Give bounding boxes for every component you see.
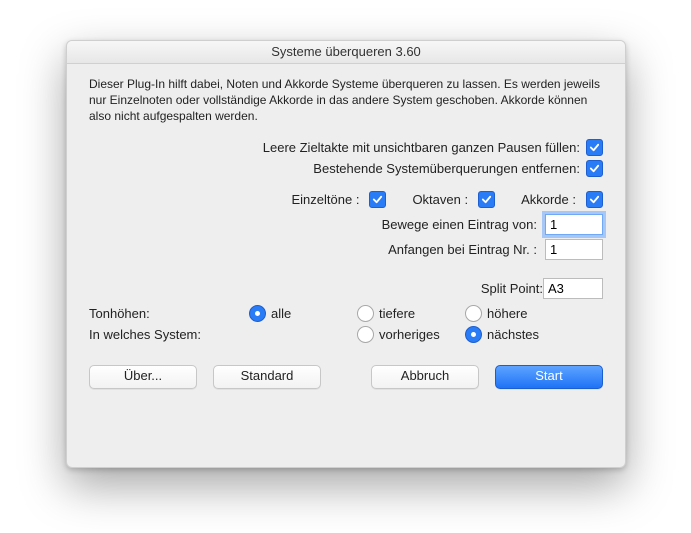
- check-icon: [589, 194, 600, 205]
- split-point-input[interactable]: [543, 278, 603, 299]
- target-next-label: nächstes: [487, 327, 539, 342]
- pitches-higher-radio[interactable]: [465, 305, 482, 322]
- single-notes-label: Einzeltöne :: [292, 192, 360, 207]
- target-next-radio[interactable]: [465, 326, 482, 343]
- start-at-input[interactable]: [545, 239, 603, 260]
- pitches-all-radio[interactable]: [249, 305, 266, 322]
- default-button[interactable]: Standard: [213, 365, 321, 389]
- target-system-label: In welches System:: [89, 327, 249, 342]
- start-at-label: Anfangen bei Eintrag Nr. :: [388, 242, 537, 257]
- pitches-label: Tonhöhen:: [89, 306, 249, 321]
- move-step-input[interactable]: [545, 214, 603, 235]
- description-text: Dieser Plug-In hilft dabei, Noten und Ak…: [89, 76, 603, 125]
- window-title: Systeme überqueren 3.60: [67, 41, 625, 64]
- pitches-all-label: alle: [271, 306, 291, 321]
- check-icon: [481, 194, 492, 205]
- move-step-label: Bewege einen Eintrag von:: [382, 217, 537, 232]
- fill-empty-label: Leere Zieltakte mit unsichtbaren ganzen …: [263, 140, 580, 155]
- target-prev-radio[interactable]: [357, 326, 374, 343]
- chords-checkbox[interactable]: [586, 191, 603, 208]
- cancel-button[interactable]: Abbruch: [371, 365, 479, 389]
- start-button[interactable]: Start: [495, 365, 603, 389]
- pitches-lower-radio[interactable]: [357, 305, 374, 322]
- single-notes-checkbox[interactable]: [369, 191, 386, 208]
- remove-crossings-checkbox[interactable]: [586, 160, 603, 177]
- pitches-higher-label: höhere: [487, 306, 527, 321]
- pitches-lower-label: tiefere: [379, 306, 415, 321]
- check-icon: [372, 194, 383, 205]
- fill-empty-checkbox[interactable]: [586, 139, 603, 156]
- remove-crossings-label: Bestehende Systemüberquerungen entfernen…: [313, 161, 580, 176]
- split-point-label: Split Point:: [481, 281, 543, 296]
- octaves-label: Oktaven :: [412, 192, 468, 207]
- about-button[interactable]: Über...: [89, 365, 197, 389]
- target-prev-label: vorheriges: [379, 327, 440, 342]
- check-icon: [589, 163, 600, 174]
- octaves-checkbox[interactable]: [478, 191, 495, 208]
- dialog-window: Systeme überqueren 3.60 Dieser Plug-In h…: [66, 40, 626, 468]
- check-icon: [589, 142, 600, 153]
- chords-label: Akkorde :: [521, 192, 576, 207]
